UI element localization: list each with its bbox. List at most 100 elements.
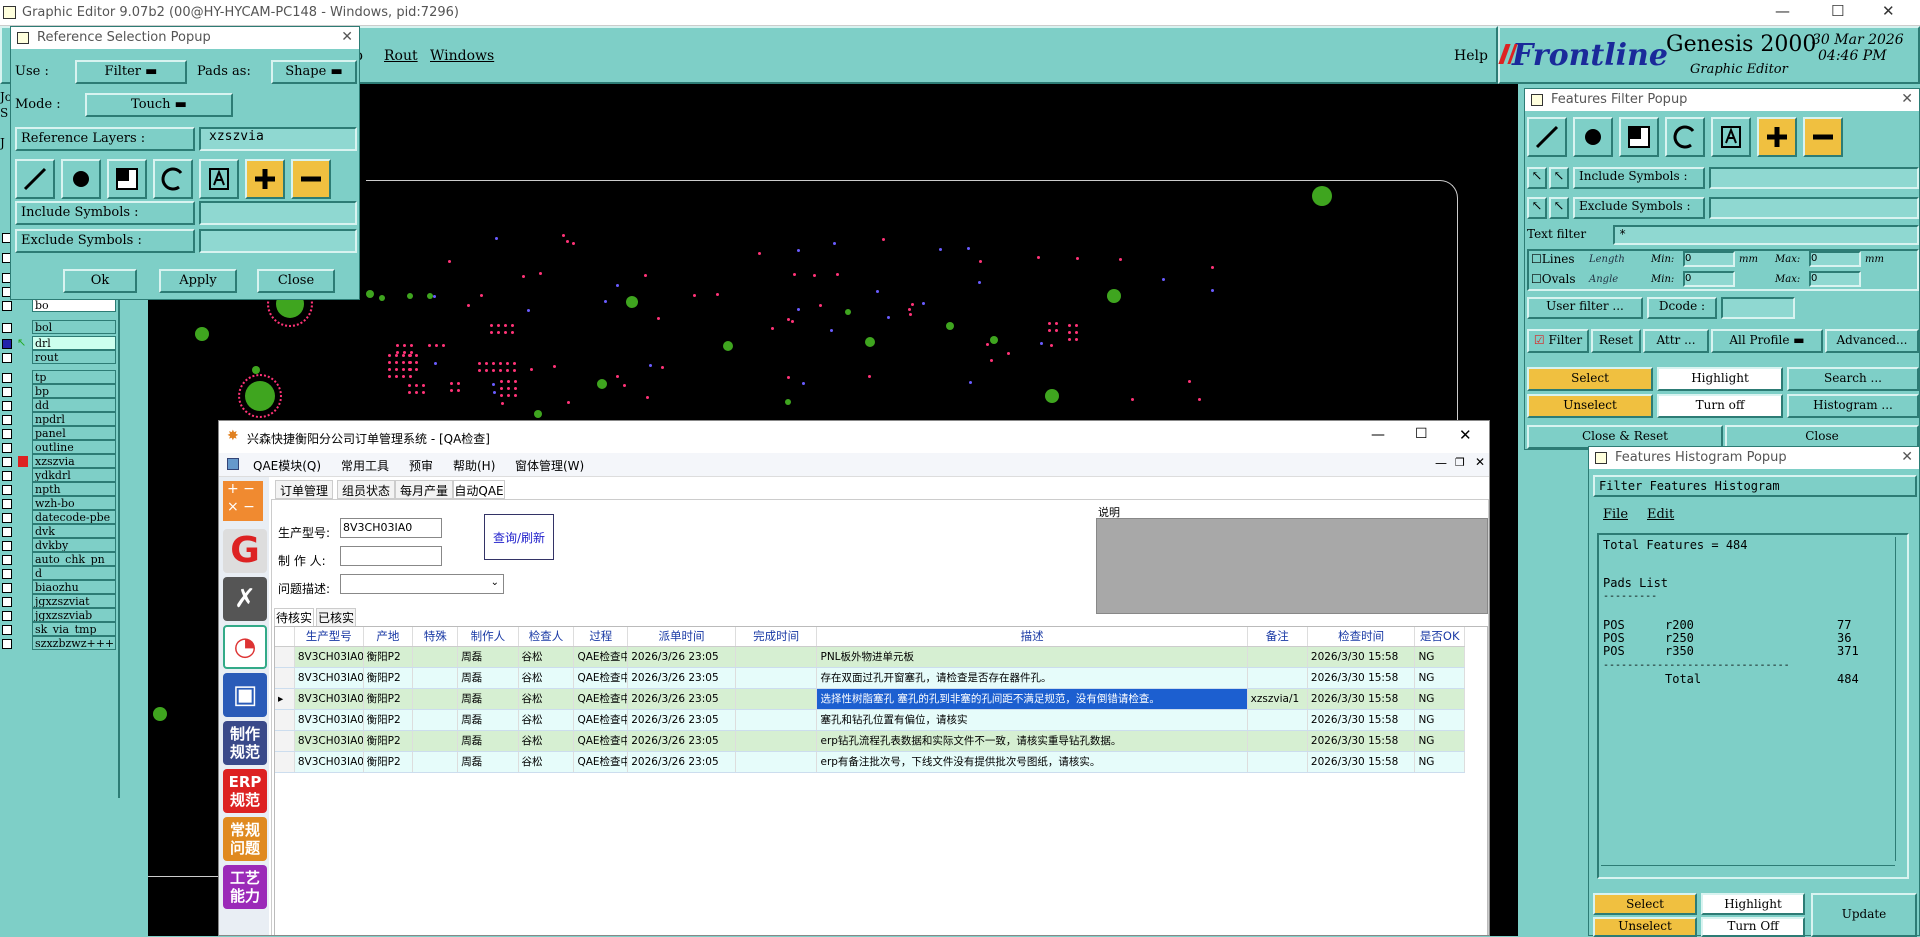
- close-icon[interactable]: ✕: [1901, 91, 1913, 107]
- highlight-button[interactable]: Highlight: [1701, 893, 1805, 915]
- include-symbols-field[interactable]: [1709, 167, 1919, 189]
- layer-checkbox[interactable]: [2, 415, 12, 425]
- side-nav-button[interactable]: ERP规范: [223, 769, 267, 813]
- maximize-icon[interactable]: ☐: [1831, 2, 1844, 20]
- side-nav-button[interactable]: 常规问题: [223, 817, 267, 861]
- vertical-scrollbar[interactable]: [1895, 537, 1905, 861]
- layer-row[interactable]: npdrl: [0, 412, 118, 427]
- horizontal-scrollbar[interactable]: [1601, 865, 1895, 875]
- column-header[interactable]: 过程: [573, 627, 629, 647]
- layer-checkbox[interactable]: [2, 353, 12, 363]
- layer-checkbox[interactable]: [2, 387, 12, 397]
- layer-row[interactable]: sk_via_tmp: [0, 622, 118, 637]
- layer-checkbox[interactable]: [2, 499, 12, 509]
- table-row[interactable]: 8V3CH03IA0 衡阳P2 周磊 谷松 QAE检查中 2026/3/26 23:05 e…: [275, 730, 1465, 752]
- qa-menu-item[interactable]: QAE模块(Q): [253, 457, 321, 474]
- column-header[interactable]: 检查时间: [1307, 627, 1416, 647]
- subtab[interactable]: 待核实: [274, 608, 314, 626]
- exclude-symbols-button[interactable]: Exclude Symbols :: [1573, 197, 1705, 219]
- turn-off-button[interactable]: Turn off: [1657, 394, 1783, 418]
- histogram-text-area[interactable]: Total Features = 484 Pads List ---------…: [1597, 533, 1909, 879]
- search-button[interactable]: Search ...: [1787, 367, 1919, 391]
- layer-name[interactable]: d: [32, 566, 116, 580]
- reset-button[interactable]: Reset: [1591, 329, 1641, 353]
- layer-checkbox[interactable]: [2, 541, 12, 551]
- layer-name[interactable]: bo: [32, 298, 116, 312]
- length-min-field[interactable]: 0: [1683, 251, 1735, 267]
- layer-name[interactable]: rout: [32, 350, 116, 364]
- layer-name[interactable]: dd: [32, 398, 116, 412]
- row-indicator[interactable]: [275, 667, 295, 689]
- layer-row[interactable]: bol: [0, 320, 118, 335]
- layer-row[interactable]: szxzbzwz+++: [0, 636, 118, 651]
- side-nav-button[interactable]: 工艺能力: [223, 865, 267, 909]
- mdi-close-icon[interactable]: ✕: [1475, 455, 1485, 469]
- layer-checkbox[interactable]: [2, 625, 12, 635]
- lines-checkbox[interactable]: ☐Lines: [1531, 252, 1575, 266]
- layer-row[interactable]: biaozhu: [0, 580, 118, 595]
- arrow-icon[interactable]: ↖: [1549, 167, 1569, 189]
- include-symbols-button[interactable]: Include Symbols :: [1573, 167, 1705, 189]
- tools-icon[interactable]: ✗: [223, 577, 267, 621]
- qa-tab[interactable]: 自动QAE: [453, 480, 505, 499]
- menu-file[interactable]: File: [1603, 507, 1628, 522]
- layer-row[interactable]: ydkdrl: [0, 468, 118, 483]
- user-filter-button[interactable]: User filter ...: [1527, 297, 1643, 319]
- highlight-button[interactable]: Highlight: [1657, 367, 1783, 391]
- length-max-field[interactable]: 0: [1809, 251, 1861, 267]
- text-filter-field[interactable]: *: [1613, 225, 1919, 245]
- reference-layers-button[interactable]: Reference Layers :: [15, 127, 195, 151]
- layer-name[interactable]: ydkdrl: [32, 468, 116, 482]
- arc-tool-icon[interactable]: [153, 159, 193, 199]
- column-header[interactable]: 派单时间: [627, 627, 736, 647]
- arrow-icon[interactable]: ↖: [1549, 197, 1569, 219]
- turn-off-button[interactable]: Turn Off: [1701, 917, 1805, 937]
- layer-checkbox[interactable]: [2, 527, 12, 537]
- pads-dropdown[interactable]: Shape ▬: [271, 60, 357, 84]
- maximize-icon[interactable]: ☐: [1415, 426, 1428, 442]
- table-row[interactable]: ▸ 8V3CH03IA0 衡阳P2 周磊 谷松 QAE检查中 2026/3/26 23:05…: [275, 688, 1465, 710]
- layer-row[interactable]: datecode-pbe: [0, 510, 118, 525]
- include-symbols-field[interactable]: [199, 201, 357, 225]
- layer-name[interactable]: panel: [32, 426, 116, 440]
- exclude-symbols-field[interactable]: [1709, 197, 1919, 219]
- column-header[interactable]: 备注: [1247, 627, 1308, 647]
- layer-checkbox[interactable]: [2, 429, 12, 439]
- close-icon[interactable]: ✕: [1459, 426, 1472, 444]
- layer-row[interactable]: bo: [0, 298, 118, 313]
- plus-tool-icon[interactable]: [1757, 117, 1797, 157]
- qa-tab[interactable]: 订单管理: [275, 480, 333, 499]
- layer-name[interactable]: bol: [32, 320, 116, 334]
- layer-name[interactable]: xzszvia: [32, 454, 116, 468]
- surface-tool-icon[interactable]: [1619, 117, 1659, 157]
- exclude-symbols-button[interactable]: Exclude Symbols :: [15, 229, 195, 253]
- mdi-minimize-icon[interactable]: —: [1435, 456, 1447, 470]
- layer-checkbox[interactable]: [2, 639, 12, 649]
- dcode-button[interactable]: Dcode :: [1647, 297, 1717, 319]
- layer-name[interactable]: dvk: [32, 524, 116, 538]
- column-header[interactable]: 产地: [363, 627, 414, 647]
- update-button[interactable]: Update: [1811, 893, 1917, 937]
- column-header[interactable]: 生产型号: [294, 627, 364, 647]
- query-refresh-button[interactable]: 查询/刷新: [484, 514, 554, 560]
- ovals-checkbox[interactable]: ☐Ovals: [1531, 272, 1576, 286]
- layer-checkbox[interactable]: [2, 457, 12, 467]
- layer-row[interactable]: rout: [0, 350, 118, 365]
- line-tool-icon[interactable]: [1527, 117, 1567, 157]
- pad-tool-icon[interactable]: [1573, 117, 1613, 157]
- layer-row[interactable]: tp: [0, 370, 118, 385]
- layer-checkbox[interactable]: [2, 323, 12, 333]
- unselect-button[interactable]: Unselect: [1593, 917, 1697, 937]
- layer-name[interactable]: wzh-bo: [32, 496, 116, 510]
- layer-name[interactable]: szxzbzwz+++: [32, 636, 116, 650]
- layer-checkbox[interactable]: [2, 611, 12, 621]
- minimize-icon[interactable]: —: [1775, 2, 1790, 20]
- model-input[interactable]: 8V3CH03IA0: [340, 518, 442, 538]
- layer-row[interactable]: npth: [0, 482, 118, 497]
- layer-name[interactable]: dvkby: [32, 538, 116, 552]
- layer-checkbox[interactable]: [2, 401, 12, 411]
- menu-help[interactable]: Help: [1454, 48, 1488, 64]
- use-dropdown[interactable]: Filter ▬: [75, 60, 187, 84]
- column-header[interactable]: 完成时间: [735, 627, 818, 647]
- filter-toggle[interactable]: ☑ Filter: [1527, 329, 1589, 353]
